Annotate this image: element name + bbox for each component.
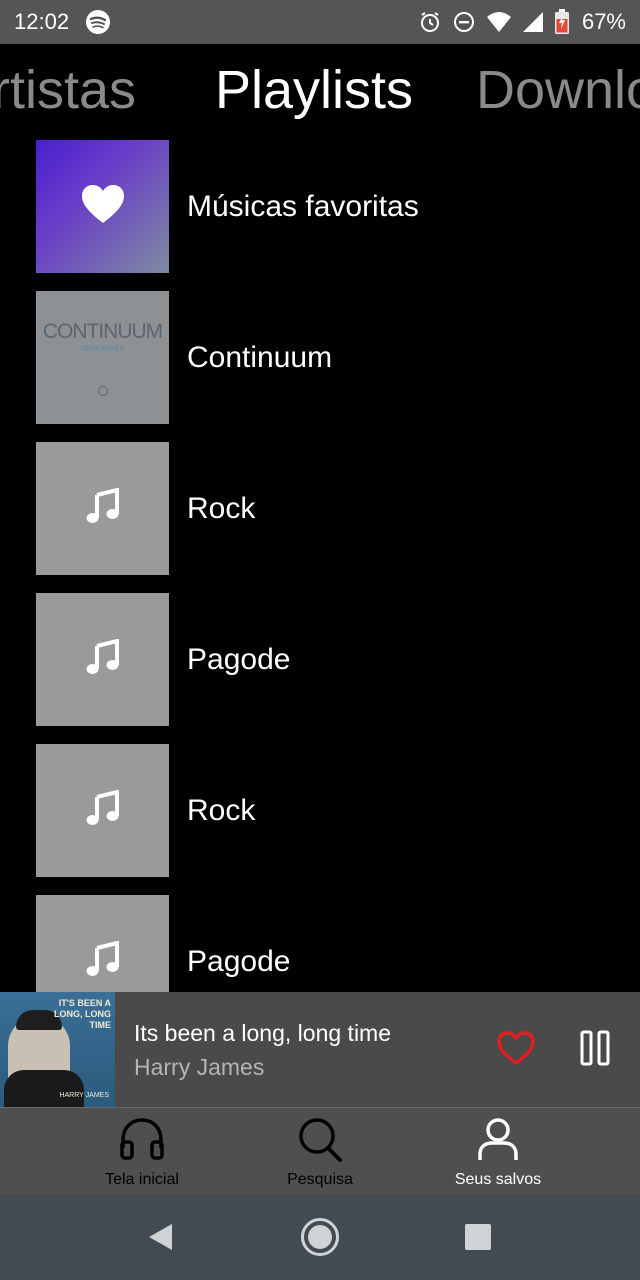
signal-icon	[522, 11, 544, 33]
playlist-cover: CONTINUUM JOHN MAYER	[36, 291, 169, 424]
search-icon	[296, 1108, 344, 1167]
nav-tela-inicial[interactable]: Tela inicial	[62, 1108, 222, 1196]
status-bar: 12:02 67%	[0, 0, 640, 44]
playlist-cover	[36, 744, 169, 877]
wifi-icon	[486, 11, 512, 33]
home-icon[interactable]	[300, 1217, 340, 1257]
playlist-name: Pagode	[187, 643, 291, 676]
playlist-name: Rock	[187, 794, 256, 827]
tab-artistas[interactable]: Artistas	[0, 60, 136, 120]
now-playing-artist: Harry James	[134, 1054, 265, 1080]
bottom-navigation: Tela inicial Pesquisa Seus salvos	[0, 1107, 640, 1195]
album-art-artist: HARRY JAMES	[59, 1092, 109, 1099]
playlist-cover	[36, 140, 169, 273]
library-tabs: Artistas Playlists Downloads	[0, 44, 640, 140]
playlist-item[interactable]: Rock	[0, 442, 640, 576]
album-title: CONTINUUM	[42, 319, 163, 343]
headphones-icon	[118, 1108, 166, 1167]
playlist-name: Pagode	[187, 945, 291, 978]
playlist-name: Músicas favoritas	[187, 190, 419, 223]
album-art-text: IT'S BEEN A LONG, LONG TIME	[54, 998, 111, 1030]
music-note-icon	[86, 940, 120, 982]
playlist-item[interactable]: CONTINUUM JOHN MAYER Continuum	[0, 291, 640, 425]
nav-seus-salvos[interactable]: Seus salvos	[418, 1108, 578, 1196]
playlist-item[interactable]: Pagode	[0, 895, 640, 992]
playlist-cover	[36, 442, 169, 575]
status-icons: 67%	[418, 9, 626, 35]
heart-icon	[80, 183, 126, 230]
nav-label: Tela inicial	[105, 1171, 179, 1188]
recents-icon[interactable]	[458, 1217, 498, 1257]
album-subtitle: JOHN MAYER	[80, 345, 125, 352]
alarm-icon	[418, 10, 442, 34]
spotify-icon	[85, 9, 111, 35]
label-logo-icon	[97, 385, 108, 396]
do-not-disturb-icon	[452, 10, 476, 34]
playlist-list: Músicas favoritas CONTINUUM JOHN MAYER C…	[0, 140, 640, 992]
battery-percent: 67%	[581, 9, 626, 34]
nav-pesquisa[interactable]: Pesquisa	[240, 1108, 400, 1196]
playlist-item[interactable]: Pagode	[0, 593, 640, 727]
now-playing-album-art[interactable]: IT'S BEEN A LONG, LONG TIME HARRY JAMES	[0, 992, 115, 1107]
music-note-icon	[86, 487, 120, 529]
like-heart-icon[interactable]	[496, 1030, 536, 1071]
nav-label: Pesquisa	[287, 1171, 353, 1188]
music-note-icon	[86, 638, 120, 680]
music-note-icon	[86, 789, 120, 831]
playlist-item[interactable]: Rock	[0, 744, 640, 878]
now-playing-title: Its been a long, long time	[134, 1020, 391, 1046]
playlist-name: Continuum	[187, 341, 333, 374]
system-navigation-bar	[0, 1195, 640, 1280]
tab-playlists[interactable]: Playlists	[215, 60, 413, 120]
back-icon[interactable]	[140, 1217, 180, 1257]
playlist-cover	[36, 593, 169, 726]
pause-icon[interactable]	[580, 1030, 610, 1071]
playlist-cover	[36, 895, 169, 992]
battery-icon	[554, 9, 570, 35]
playlist-item[interactable]: Músicas favoritas	[0, 140, 640, 274]
nav-label: Seus salvos	[454, 1171, 542, 1188]
tab-downloads[interactable]: Downloads	[476, 60, 640, 120]
now-playing-bar[interactable]: IT'S BEEN A LONG, LONG TIME HARRY JAMES …	[0, 992, 640, 1107]
status-time: 12:02	[14, 9, 70, 34]
user-icon	[474, 1108, 522, 1167]
playlist-name: Rock	[187, 492, 256, 525]
